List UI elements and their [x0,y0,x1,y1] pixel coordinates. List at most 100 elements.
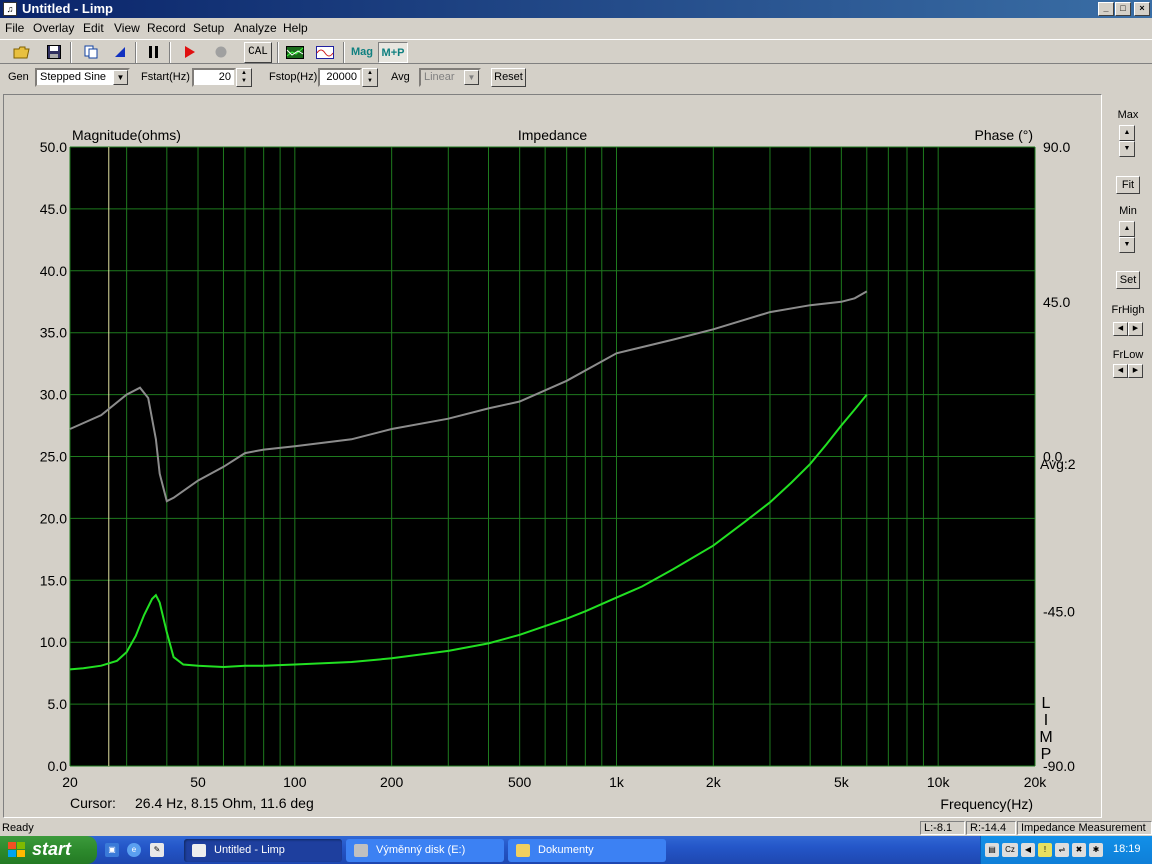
copy-icon[interactable] [79,42,103,63]
task-limp[interactable]: Untitled - Limp [184,839,342,862]
task-label: Výměnný disk (E:) [376,844,466,856]
media-icon[interactable]: ✎ [150,843,164,857]
reset-button[interactable]: Reset [491,68,526,87]
gen-label: Gen [8,71,29,83]
menu-edit[interactable]: Edit [83,21,104,35]
windows-logo-icon [8,842,25,857]
menu-analyze[interactable]: Analyze [234,21,277,35]
frhigh-right-button[interactable]: ▶ [1128,322,1143,336]
watermark-letter: L [1041,695,1051,712]
usb-icon[interactable]: ⇌ [1055,843,1069,857]
volume-icon[interactable]: ◀ [1021,843,1035,857]
menu-overlay[interactable]: Overlay [33,21,74,35]
max-up-button[interactable]: ▲ [1119,125,1135,141]
status-text: Ready [2,822,34,834]
frlow-left-button[interactable]: ◀ [1113,364,1128,378]
menu-record[interactable]: Record [147,21,186,35]
fstop-spinner[interactable]: ▲ ▼ [362,68,378,87]
clock: 18:19 [1113,843,1141,855]
set-button[interactable]: Set [1116,271,1140,289]
task-documents[interactable]: Dokumenty [508,839,666,862]
average-count: Avg:2 [1040,456,1076,472]
menu-bar: File Overlay Edit View Record Setup Anal… [0,18,1152,38]
cal-button[interactable]: CAL [244,42,272,63]
y-tick-label: 50.0 [40,139,67,155]
max-label: Max [1117,109,1139,121]
fstart-label: Fstart(Hz) [141,71,190,83]
max-down-button[interactable]: ▼ [1119,141,1135,157]
tool-icon[interactable]: ✱ [1089,843,1103,857]
task-removable-disk[interactable]: Výměnný disk (E:) [346,839,504,862]
x-tick-label: 20k [1024,774,1048,790]
left-level: L:-8.1 [920,821,965,835]
marker-icon[interactable] [108,42,132,63]
app-icon[interactable]: ♫ [3,2,17,16]
taskbar: start ▣ e ✎ Untitled - Limp Výměnný disk… [0,836,1152,864]
menu-setup[interactable]: Setup [193,21,224,35]
close-button[interactable]: × [1134,2,1150,16]
x-tick-label: 5k [834,774,850,790]
min-down-button[interactable]: ▼ [1119,237,1135,253]
menu-view[interactable]: View [114,21,140,35]
y-tick-label: 30.0 [40,387,67,403]
maximize-button[interactable]: □ [1115,2,1131,16]
x-tick-label: 20 [62,774,78,790]
fstart-spinner[interactable]: ▲ ▼ [236,68,252,87]
play-icon[interactable] [178,42,202,63]
task-label: Untitled - Limp [214,844,285,856]
security-icon[interactable]: ! [1038,843,1052,857]
y-tick-label: 40.0 [40,263,67,279]
y2-axis-title: Phase (°) [974,127,1033,143]
record-icon[interactable] [209,42,233,63]
toolbar-separator [135,42,137,63]
network-icon[interactable]: ▤ [985,843,999,857]
frhigh-left-button[interactable]: ◀ [1113,322,1128,336]
title-bar: ♫ Untitled - Limp _ □ × [0,0,1152,18]
open-folder-icon[interactable] [10,42,34,63]
show-desktop-icon[interactable]: ▣ [105,843,119,857]
generator-select[interactable]: Stepped Sine ▼ [35,68,130,87]
toolbar: CAL Mag M+P [0,39,1152,64]
mag-phase-button[interactable]: M+P [378,42,408,63]
magnitude-button[interactable]: Mag [348,42,376,63]
save-icon[interactable] [42,42,66,63]
impedance-graph-icon[interactable] [283,42,307,63]
avg-select[interactable]: Linear ▼ [419,68,481,87]
phase-graph-icon[interactable] [313,42,337,63]
fit-button[interactable]: Fit [1116,176,1140,194]
right-level: R:-14.4 [966,821,1016,835]
chevron-down-icon[interactable]: ▼ [464,70,479,85]
impedance-chart[interactable]: 0.0 5.0 10.0 15.0 20.0 25.0 30.0 35.0 40.0 45.0 50… [4,95,1101,817]
close-icon[interactable]: ✖ [1072,843,1086,857]
language-indicator[interactable]: Cz [1002,843,1018,857]
y-tick-label: 45.0 [40,201,67,217]
scale-panel: Max ▲ ▼ Fit Min ▲ ▼ Set FrHigh ◀ ▶ FrLow… [1104,94,1152,818]
watermark-letter: M [1039,729,1053,746]
minimize-button[interactable]: _ [1098,2,1114,16]
start-label: start [32,839,72,859]
avg-value: Linear [424,71,455,83]
x-tick-label: 1k [609,774,625,790]
x-tick-label: 50 [190,774,206,790]
fstart-input[interactable]: 20 [192,68,236,87]
y-tick-label: 0.0 [48,758,68,774]
y-tick-label: 20.0 [40,510,67,526]
folder-icon [516,844,530,857]
start-button[interactable]: start [0,836,97,864]
plot-area[interactable]: 0.0 5.0 10.0 15.0 20.0 25.0 30.0 35.0 40.0 45.0 50… [3,94,1102,818]
x-tick-label: 10k [927,774,951,790]
watermark-letter: I [1043,712,1049,729]
chevron-down-icon[interactable]: ▼ [113,70,128,85]
generator-value: Stepped Sine [40,71,107,83]
y2-tick-label: 90.0 [1043,139,1070,155]
frlow-right-button[interactable]: ▶ [1128,364,1143,378]
fstop-input[interactable]: 20000 [318,68,362,87]
browser-icon[interactable]: e [127,843,141,857]
x-tick-label: 200 [380,774,404,790]
pause-icon[interactable] [142,42,166,63]
limp-app-icon [192,844,206,857]
menu-help[interactable]: Help [283,21,308,35]
menu-file[interactable]: File [5,21,24,35]
min-label: Min [1119,205,1137,217]
min-up-button[interactable]: ▲ [1119,221,1135,237]
